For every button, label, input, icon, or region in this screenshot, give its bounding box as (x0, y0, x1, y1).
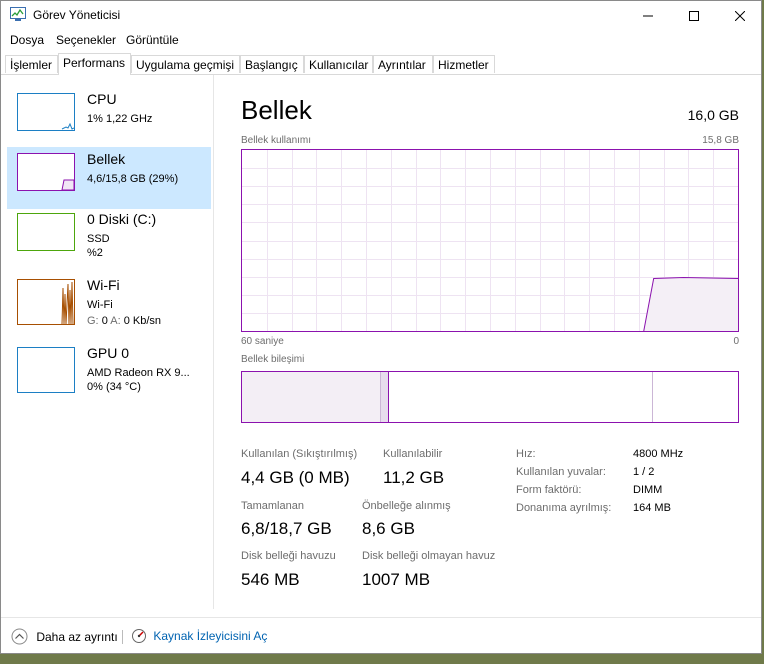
nonpaged-pool-label: Disk belleği olmayan havuz (362, 550, 496, 562)
detail-value: DIMM (633, 484, 663, 496)
sidebar-item-label: 0 Diski (C:) (87, 211, 157, 227)
usage-graph-label: Bellek kullanımı (241, 135, 312, 146)
resource-monitor-link[interactable]: Kaynak İzleyicisini Aç (131, 628, 267, 644)
composition-label: Bellek bileşimi (241, 354, 305, 365)
sidebar-item-label: Bellek (87, 151, 126, 167)
tab-services[interactable]: Hizmetler (433, 55, 495, 73)
menu-view[interactable]: Görüntüle (126, 33, 179, 47)
wifi-thumbnail-graph (17, 279, 75, 325)
memory-usage-chart (242, 150, 739, 332)
sidebar-item-detail: Wi-Fi (87, 299, 113, 311)
sidebar-item-memory[interactable]: Bellek 4,6/15,8 GB (29%) (7, 147, 211, 209)
sidebar-item-cpu[interactable]: CPU 1% 1,22 GHz (7, 87, 211, 149)
maximize-button[interactable] (671, 1, 717, 31)
cpu-thumbnail-graph (17, 93, 75, 131)
memory-usage-graph (241, 149, 739, 332)
footer-separator (122, 630, 123, 644)
detail-key: Hız: (516, 448, 536, 460)
in-use-label: Kullanılan (Sıkıştırılmış) (241, 448, 358, 460)
memory-composition-bar (241, 371, 739, 423)
sidebar-item-wifi[interactable]: Wi-Fi Wi-Fi G: 0 A: 0 Kb/sn (7, 273, 211, 335)
title-bar: Görev Yöneticisi (1, 1, 761, 31)
tab-details[interactable]: Ayrıntılar (373, 55, 433, 73)
time-axis-right: 0 (733, 336, 739, 347)
memory-thumbnail-graph (17, 153, 75, 191)
menu-options[interactable]: Seçenekler (56, 33, 116, 47)
available-label: Kullanılabilir (383, 448, 443, 460)
tab-processes[interactable]: İşlemler (5, 55, 58, 73)
resource-monitor-icon (132, 629, 146, 643)
minimize-icon (643, 15, 653, 17)
tab-startup[interactable]: Başlangıç (240, 55, 304, 73)
fewer-details-button[interactable]: Daha az ayrıntı (11, 628, 118, 645)
cached-label: Önbelleğe alınmış (362, 500, 451, 512)
minimize-button[interactable] (625, 1, 671, 31)
cached-value: 8,6 GB (362, 519, 415, 538)
sidebar-item-detail: 4,6/15,8 GB (29%) (87, 173, 179, 185)
resource-monitor-label: Kaynak İzleyicisini Aç (153, 629, 268, 643)
footer-bar: Daha az ayrıntı Kaynak İzleyicisini Aç (1, 617, 761, 653)
composition-modified (380, 372, 389, 422)
usage-graph-max: 15,8 GB (702, 135, 739, 146)
gpu-thumbnail-graph (17, 347, 75, 393)
sidebar-item-detail-2: G: 0 A: 0 Kb/sn (87, 315, 162, 327)
memory-total: 16,0 GB (687, 107, 739, 123)
maximize-icon (689, 11, 699, 21)
paged-pool-value: 546 MB (241, 570, 300, 589)
composition-in-use (242, 372, 380, 422)
detail-value: 1 / 2 (633, 466, 655, 478)
sidebar-item-detail: 1% 1,22 GHz (87, 113, 153, 125)
window-title: Görev Yöneticisi (33, 8, 121, 22)
sidebar-item-detail-2: 0% (34 °C) (87, 381, 141, 393)
nonpaged-pool-value: 1007 MB (362, 570, 431, 589)
composition-standby-divider (652, 372, 653, 422)
sidebar-item-label: GPU 0 (87, 345, 130, 361)
tab-strip: İşlemler Performans Uygulama geçmişi Baş… (1, 53, 761, 75)
memory-usage-area (643, 277, 738, 331)
sidebar-item-detail: SSD (87, 233, 110, 245)
fewer-details-label: Daha az ayrıntı (36, 629, 118, 644)
sidebar-item-detail: AMD Radeon RX 9... (87, 367, 190, 379)
close-button[interactable] (717, 1, 761, 31)
available-value: 11,2 GB (383, 468, 445, 487)
sidebar-item-gpu[interactable]: GPU 0 AMD Radeon RX 9... 0% (34 °C) (7, 341, 211, 403)
page-title: Bellek (241, 95, 312, 125)
tab-performance[interactable]: Performans (58, 53, 131, 75)
committed-label: Tamamlanan (241, 500, 304, 512)
paged-pool-label: Disk belleği havuzu (241, 550, 336, 562)
chevron-up-circle-icon (11, 628, 28, 645)
detail-key: Form faktörü: (516, 484, 582, 496)
in-use-value: 4,4 GB (0 MB) (241, 468, 350, 487)
menu-bar: Dosya Seçenekler Görüntüle (1, 31, 761, 51)
close-icon (735, 11, 745, 21)
tab-users[interactable]: Kullanıcılar (304, 55, 373, 73)
sidebar-item-disk[interactable]: 0 Diski (C:) SSD %2 (7, 207, 211, 269)
detail-value: 4800 MHz (633, 448, 684, 460)
task-manager-window: Görev Yöneticisi Dosya Seçenekler Görünt… (0, 0, 762, 654)
performance-sidebar: CPU 1% 1,22 GHz Bellek 4,6/15,8 GB (29%)… (1, 75, 214, 609)
menu-file[interactable]: Dosya (10, 33, 44, 47)
time-axis-left: 60 saniye (241, 336, 284, 347)
committed-value: 6,8/18,7 GB (241, 519, 332, 538)
sidebar-item-label: CPU (87, 91, 117, 107)
sidebar-item-label: Wi-Fi (87, 277, 120, 293)
sidebar-item-detail-2: %2 (87, 247, 103, 259)
detail-key: Donanıma ayrılmış: (516, 502, 612, 514)
detail-value: 164 MB (633, 502, 671, 514)
task-manager-app-icon (10, 7, 26, 21)
disk-thumbnail-graph (17, 213, 75, 251)
tab-app-history[interactable]: Uygulama geçmişi (131, 55, 240, 73)
detail-key: Kullanılan yuvalar: (516, 466, 606, 478)
